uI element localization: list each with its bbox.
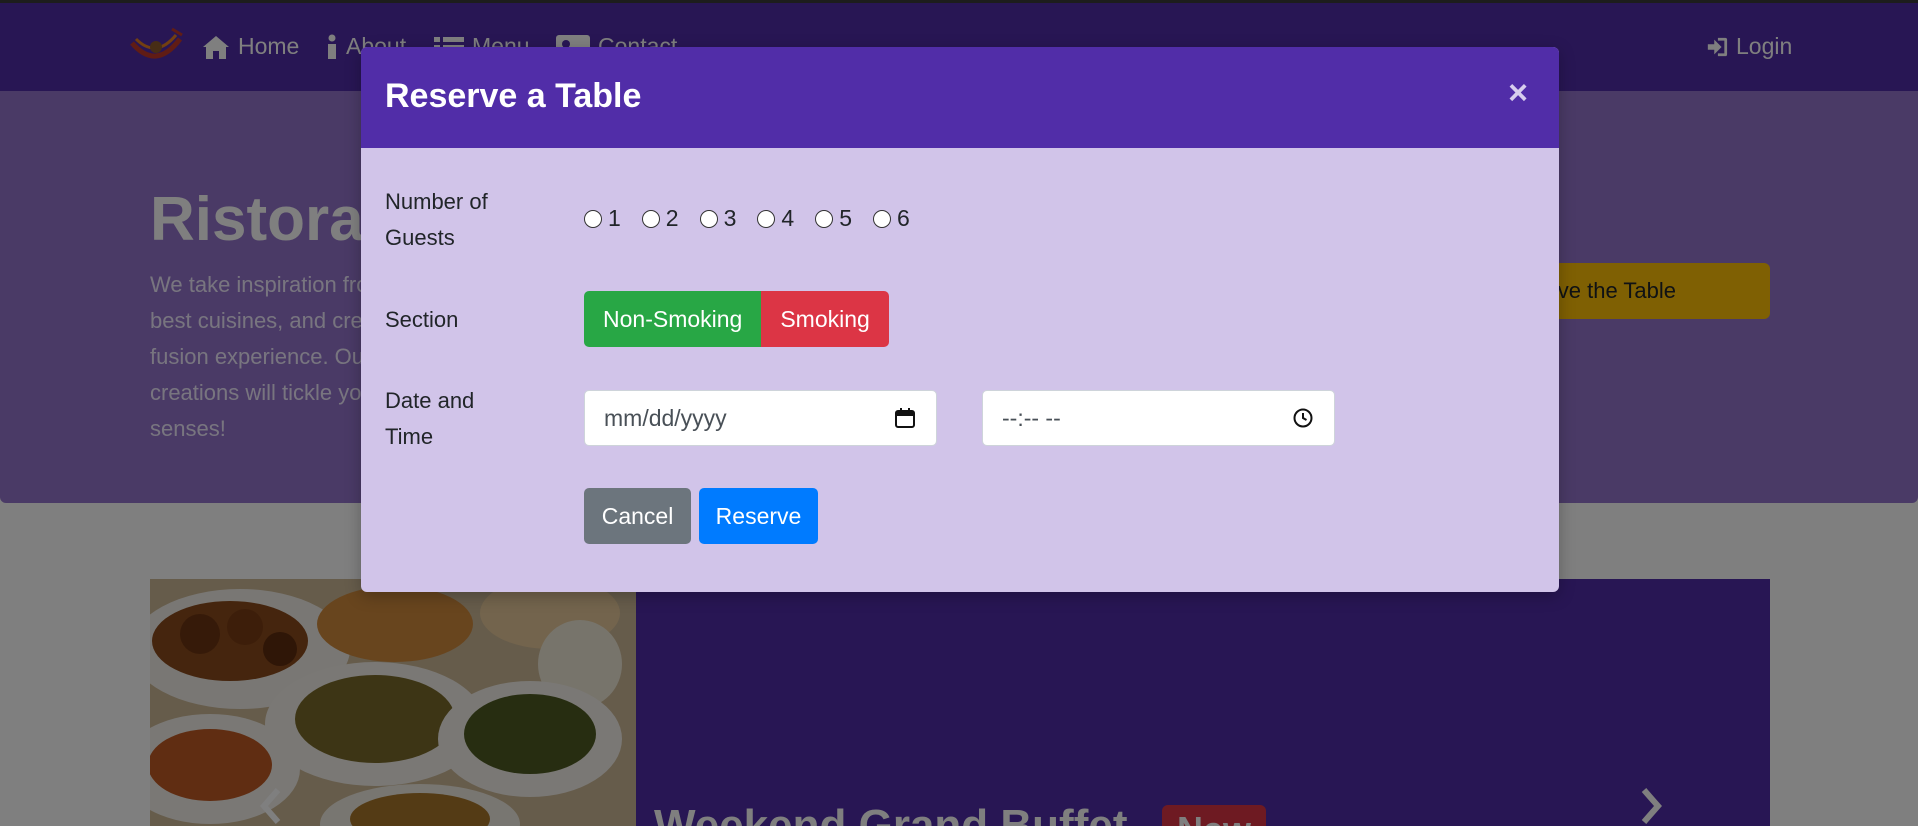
section-label: Section [385, 307, 459, 332]
guest-option-4[interactable]: 4 [757, 205, 794, 232]
radio-button[interactable] [815, 209, 834, 228]
non-smoking-button[interactable]: Non-Smoking [584, 291, 762, 347]
reserve-modal: Reserve a Table × Number of Guests 1 2 3… [361, 47, 1559, 592]
time-placeholder: --:-- -- [1002, 404, 1061, 431]
guests-radio-group: 1 2 3 4 5 6 [584, 205, 931, 232]
date-placeholder: mm/dd/yyyy [604, 404, 727, 431]
guest-option-label: 5 [839, 205, 852, 231]
clock-icon[interactable] [1292, 407, 1314, 429]
date-input[interactable]: mm/dd/yyyy [584, 390, 937, 446]
guest-option-2[interactable]: 2 [641, 205, 679, 232]
guest-option-5[interactable]: 5 [815, 205, 852, 232]
reserve-button[interactable]: Reserve [699, 488, 818, 544]
cancel-button[interactable]: Cancel [584, 488, 691, 544]
guest-option-label: 6 [896, 205, 910, 231]
guest-option-3[interactable]: 3 [699, 205, 737, 232]
datetime-label: Date and Time [385, 388, 475, 449]
radio-button[interactable] [584, 209, 602, 228]
section-toggle-group: Non-Smoking Smoking [584, 291, 889, 347]
guest-option-label: 2 [665, 205, 679, 231]
radio-button[interactable] [757, 209, 776, 228]
modal-header: Reserve a Table × [361, 47, 1559, 148]
guests-label: Number of Guests [385, 189, 488, 250]
guest-option-label: 3 [723, 205, 737, 231]
guest-option-1[interactable]: 1 [584, 205, 621, 232]
modal-title: Reserve a Table [385, 77, 642, 115]
time-input[interactable]: --:-- -- [982, 390, 1335, 446]
radio-button[interactable] [872, 209, 891, 228]
smoking-button[interactable]: Smoking [761, 291, 889, 347]
close-button[interactable]: × [1503, 75, 1533, 111]
calendar-icon[interactable] [894, 407, 916, 429]
radio-button[interactable] [641, 209, 660, 228]
guest-option-label: 4 [781, 205, 795, 231]
guest-option-label: 1 [608, 205, 621, 231]
radio-button[interactable] [699, 209, 718, 228]
guest-option-6[interactable]: 6 [872, 205, 910, 232]
